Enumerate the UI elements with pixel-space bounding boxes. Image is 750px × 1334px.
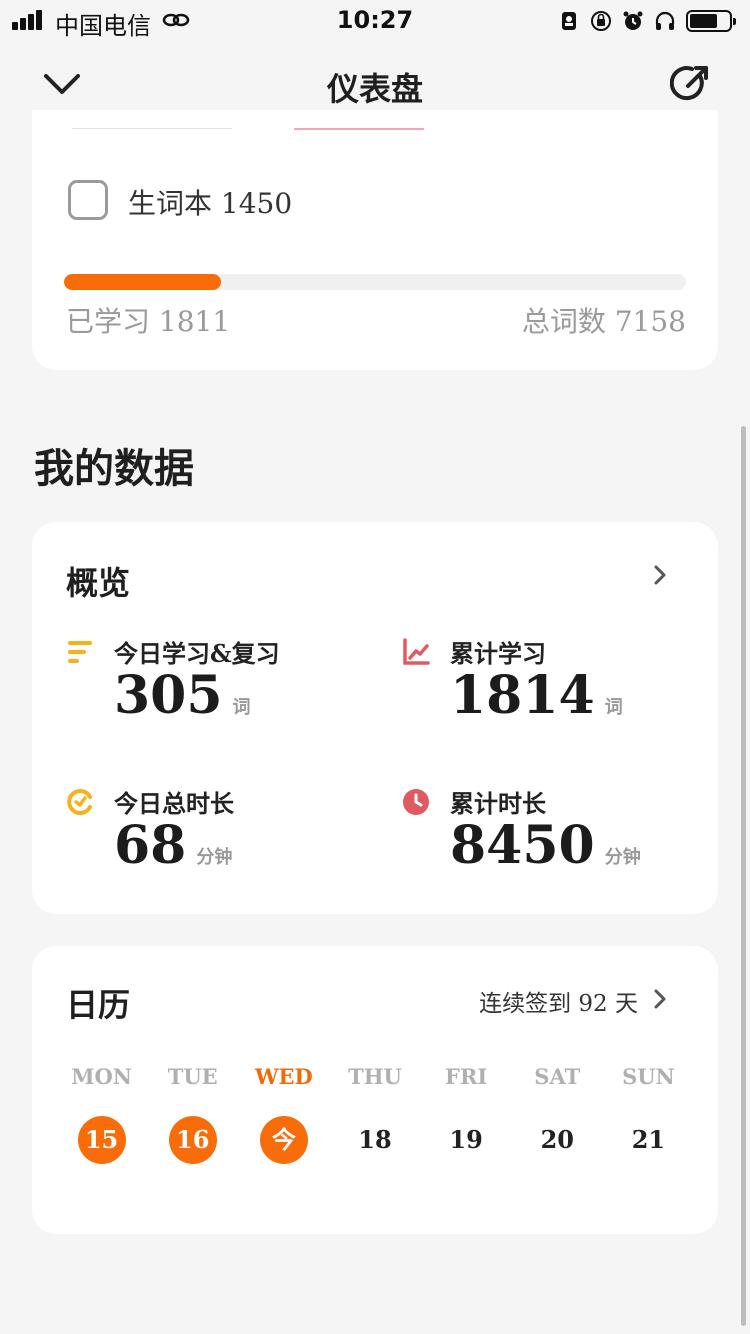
scrollbar[interactable]	[741, 426, 746, 1326]
battery-icon	[686, 10, 736, 32]
stat-value: 68	[114, 815, 187, 876]
stat-value: 8450	[450, 815, 595, 876]
weekday-label: SAT	[534, 1064, 581, 1089]
checked-in-day: 15	[77, 1116, 126, 1164]
chevron-right-icon[interactable]	[650, 564, 670, 586]
progress-fill	[64, 274, 222, 290]
stat-unit: 词	[604, 697, 623, 718]
chevron-right-icon[interactable]	[650, 988, 670, 1010]
share-icon[interactable]	[670, 64, 710, 104]
calendar-day[interactable]: 今	[238, 1116, 329, 1164]
day-number: 18	[358, 1125, 392, 1154]
calendar-day[interactable]: 15	[56, 1116, 147, 1164]
lines-icon	[68, 641, 92, 663]
tab-indicator	[294, 128, 424, 130]
stat-value: 305	[114, 665, 223, 726]
calendar-day[interactable]: 16	[147, 1116, 238, 1164]
wordbook-progress-card: 生词本 1450 已学习 1811 总词数 7158	[32, 110, 718, 370]
learned-count: 已学习 1811	[66, 305, 231, 338]
weekday-label: THU	[348, 1064, 402, 1089]
calendar-title: 日历	[66, 986, 131, 1024]
divider	[72, 128, 232, 129]
calendar-day[interactable]: 19	[421, 1116, 512, 1164]
portrait-lock-icon	[562, 12, 576, 30]
stat-unit: 分钟	[196, 847, 233, 868]
timer-icon	[67, 789, 92, 815]
stat-value: 1814	[450, 665, 595, 726]
learning-progress-bar	[64, 274, 686, 290]
day-number: 20	[540, 1125, 574, 1154]
page-title: 仪表盘	[326, 70, 423, 108]
stat-unit: 分钟	[604, 847, 641, 868]
rotation-lock-icon	[591, 11, 611, 31]
weekday-label: SUN	[622, 1064, 675, 1089]
overview-card[interactable]: 概览 今日学习&复习 305词 累计学习 1814词 今日总时长 68分钟	[32, 522, 718, 914]
day-row: 15 16 今 18 19 20 21	[56, 1116, 694, 1164]
calendar-day[interactable]: 18	[329, 1116, 420, 1164]
clock-icon	[403, 789, 429, 815]
checked-in-day: 16	[168, 1116, 217, 1164]
calendar-day[interactable]: 21	[603, 1116, 694, 1164]
calendar-day[interactable]: 20	[512, 1116, 603, 1164]
calendar-card[interactable]: 日历 连续签到 92 天 MON TUE WED THU FRI SAT SUN 15 16 今…	[32, 946, 718, 1234]
wordbook-checkbox[interactable]	[68, 180, 108, 220]
weekday-row: MON TUE WED THU FRI SAT SUN	[56, 1064, 694, 1089]
weekday-label: FRI	[445, 1064, 488, 1089]
section-title: 我的数据	[34, 445, 194, 492]
checked-in-day: 今	[259, 1116, 308, 1164]
total-words-count: 总词数 7158	[521, 305, 686, 338]
overview-title: 概览	[66, 564, 131, 602]
line-chart-icon	[403, 638, 430, 665]
headphones-icon	[655, 11, 675, 30]
day-number: 19	[449, 1125, 483, 1154]
wordbook-label: 生词本 1450	[128, 187, 293, 220]
stat-unit: 词	[232, 697, 251, 718]
day-number: 21	[631, 1125, 666, 1154]
status-bar: 中国电信 10:27	[0, 0, 750, 40]
weekday-label: MON	[71, 1064, 132, 1089]
weekday-label: WED	[254, 1064, 313, 1089]
alarm-icon	[623, 11, 643, 30]
checkin-streak: 连续签到 92 天	[479, 991, 638, 1017]
weekday-label: TUE	[167, 1064, 218, 1089]
